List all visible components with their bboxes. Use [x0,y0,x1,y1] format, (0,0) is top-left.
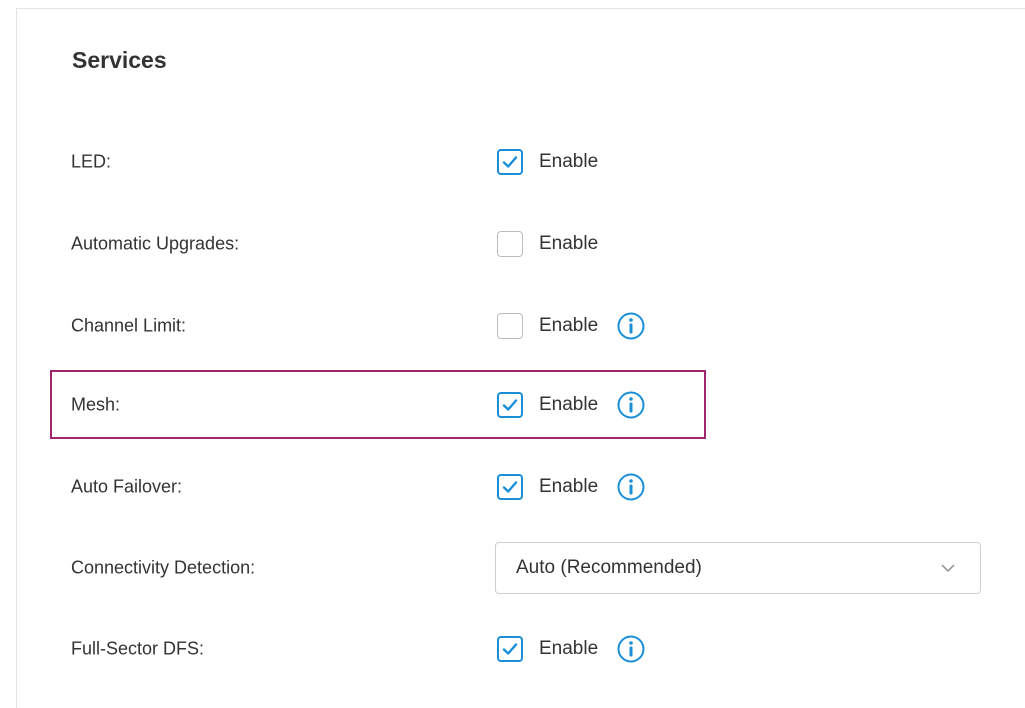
connectivity-detection-select[interactable]: Auto (Recommended) [495,542,981,594]
channel-limit-label: Channel Limit: [71,315,187,336]
connectivity-detection-label: Connectivity Detection: [71,557,256,578]
row-full-sector-dfs: Full-Sector DFS: Enable [0,629,1025,669]
auto-failover-enable-checkbox[interactable] [497,474,523,500]
full-sector-dfs-enable-label: Enable [539,638,599,659]
services-panel [16,8,1025,708]
checkmark-icon [502,156,518,168]
channel-limit-enable-checkbox[interactable] [497,313,523,339]
full-sector-dfs-label: Full-Sector DFS: [71,638,205,659]
row-channel-limit: Channel Limit: Enable [0,306,1025,346]
full-sector-dfs-enable-checkbox[interactable] [497,636,523,662]
auto-failover-label: Auto Failover: [71,476,183,497]
automatic-upgrades-label: Automatic Upgrades: [71,233,240,254]
row-automatic-upgrades: Automatic Upgrades: Enable [0,224,1025,264]
info-circle-icon[interactable] [616,311,646,341]
chevron-down-icon [941,564,955,573]
led-label: LED: [71,151,112,172]
checkmark-icon [502,481,518,493]
checkmark-icon [502,643,518,655]
row-led: LED: Enable [0,142,1025,182]
info-circle-icon[interactable] [616,472,646,502]
row-auto-failover: Auto Failover: Enable [0,467,1025,507]
section-title: Services [72,47,167,73]
info-circle-icon[interactable] [616,634,646,664]
channel-limit-enable-label: Enable [539,315,599,336]
mesh-enable-label: Enable [539,394,599,415]
connectivity-detection-value: Auto (Recommended) [516,557,702,578]
auto-failover-enable-label: Enable [539,476,599,497]
row-mesh: Mesh: Enable [0,385,1025,425]
checkmark-icon [502,399,518,411]
automatic-upgrades-enable-checkbox[interactable] [497,231,523,257]
led-enable-checkbox[interactable] [497,149,523,175]
mesh-enable-checkbox[interactable] [497,392,523,418]
info-circle-icon[interactable] [616,390,646,420]
led-enable-label: Enable [539,151,599,172]
automatic-upgrades-enable-label: Enable [539,233,599,254]
mesh-label: Mesh: [71,394,121,415]
